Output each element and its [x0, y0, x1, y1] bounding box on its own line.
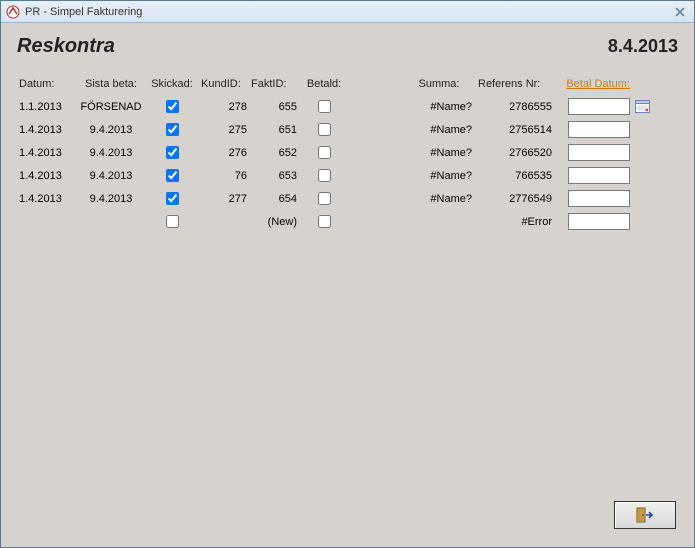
- table-row: 1.1.2013FÖRSENAD 278655 #Name?2786555: [17, 95, 678, 118]
- betaldatum-input[interactable]: [568, 144, 630, 161]
- cell-datum: 1.4.2013: [17, 147, 77, 159]
- cell-betald: [299, 192, 349, 205]
- header-row: Datum: Sista beta: Skickad: KundID: Fakt…: [17, 72, 678, 95]
- cell-datum: 1.4.2013: [17, 170, 77, 182]
- betaldatum-input[interactable]: [568, 98, 630, 115]
- col-sista: Sista beta:: [77, 78, 145, 90]
- cell-betaldatum: [554, 121, 632, 138]
- table-row: 1.4.20139.4.2013 275651 #Name?2756514: [17, 118, 678, 141]
- window-title: PR - Simpel Fakturering: [25, 6, 670, 18]
- cell-calendar: [632, 98, 650, 116]
- page-title: Reskontra: [17, 35, 115, 58]
- col-betald: Betald:: [299, 78, 349, 90]
- col-betaldatum-link[interactable]: Betal Datum:: [566, 78, 630, 90]
- cell-betald: [299, 100, 349, 113]
- cell-betaldatum: [554, 144, 632, 161]
- titlebar: PR - Simpel Fakturering: [1, 1, 694, 23]
- cell-referens: 2776549: [474, 193, 554, 205]
- close-icon[interactable]: [670, 4, 690, 20]
- cell-datum: 1.1.2013: [17, 101, 77, 113]
- cell-referens: #Error: [474, 216, 554, 228]
- betald-checkbox[interactable]: [318, 169, 331, 182]
- cell-faktid: 653: [249, 170, 299, 182]
- cell-sista: 9.4.2013: [77, 193, 145, 205]
- betaldatum-input[interactable]: [568, 190, 630, 207]
- cell-skickad: [145, 215, 199, 228]
- cell-sista: FÖRSENAD: [77, 101, 145, 113]
- cell-kundid: 76: [199, 170, 249, 182]
- cell-betaldatum: [554, 98, 632, 115]
- cell-summa: #Name?: [404, 170, 474, 182]
- cell-sista: 9.4.2013: [77, 124, 145, 136]
- betaldatum-input[interactable]: [568, 213, 630, 230]
- betald-checkbox[interactable]: [318, 192, 331, 205]
- col-referens: Referens Nr:: [474, 78, 554, 90]
- cell-faktid: 654: [249, 193, 299, 205]
- cell-referens: 2756514: [474, 124, 554, 136]
- cell-faktid: 652: [249, 147, 299, 159]
- cell-referens: 2766520: [474, 147, 554, 159]
- skickad-checkbox[interactable]: [166, 146, 179, 159]
- cell-skickad: [145, 146, 199, 159]
- cell-betaldatum: [554, 190, 632, 207]
- data-grid: Datum: Sista beta: Skickad: KundID: Fakt…: [17, 72, 678, 233]
- betald-checkbox[interactable]: [318, 123, 331, 136]
- skickad-checkbox[interactable]: [166, 169, 179, 182]
- page-header: Reskontra 8.4.2013: [17, 35, 678, 58]
- skickad-checkbox[interactable]: [166, 123, 179, 136]
- table-row: (New) #Error: [17, 210, 678, 233]
- betaldatum-input[interactable]: [568, 167, 630, 184]
- cell-kundid: 277: [199, 193, 249, 205]
- betald-checkbox[interactable]: [318, 100, 331, 113]
- betald-checkbox[interactable]: [318, 215, 331, 228]
- cell-skickad: [145, 100, 199, 113]
- col-skickad: Skickad:: [145, 78, 199, 90]
- col-summa: Summa:: [404, 78, 474, 90]
- cell-sista: 9.4.2013: [77, 147, 145, 159]
- cell-datum: 1.4.2013: [17, 124, 77, 136]
- cell-kundid: 275: [199, 124, 249, 136]
- cell-skickad: [145, 192, 199, 205]
- cell-betald: [299, 215, 349, 228]
- cell-kundid: 276: [199, 147, 249, 159]
- betald-checkbox[interactable]: [318, 146, 331, 159]
- cell-kundid: 278: [199, 101, 249, 113]
- table-row: 1.4.20139.4.2013 76653 #Name?766535: [17, 164, 678, 187]
- app-icon: [5, 4, 21, 20]
- cell-betald: [299, 146, 349, 159]
- page-date: 8.4.2013: [608, 36, 678, 57]
- cell-betald: [299, 169, 349, 182]
- col-datum: Datum:: [17, 78, 77, 90]
- cell-skickad: [145, 169, 199, 182]
- cell-summa: #Name?: [404, 193, 474, 205]
- cell-summa: #Name?: [404, 147, 474, 159]
- close-button[interactable]: [614, 501, 676, 529]
- table-row: 1.4.20139.4.2013 277654 #Name?2776549: [17, 187, 678, 210]
- cell-betaldatum: [554, 167, 632, 184]
- cell-referens: 766535: [474, 170, 554, 182]
- window: PR - Simpel Fakturering Reskontra 8.4.20…: [0, 0, 695, 548]
- cell-faktid: 655: [249, 101, 299, 113]
- cell-summa: #Name?: [404, 124, 474, 136]
- calendar-icon[interactable]: [634, 98, 650, 114]
- betaldatum-input[interactable]: [568, 121, 630, 138]
- skickad-checkbox[interactable]: [166, 192, 179, 205]
- cell-datum: 1.4.2013: [17, 193, 77, 205]
- cell-sista: 9.4.2013: [77, 170, 145, 182]
- cell-betaldatum: [554, 213, 632, 230]
- cell-skickad: [145, 123, 199, 136]
- cell-referens: 2786555: [474, 101, 554, 113]
- cell-faktid: 651: [249, 124, 299, 136]
- table-row: 1.4.20139.4.2013 276652 #Name?2766520: [17, 141, 678, 164]
- cell-betald: [299, 123, 349, 136]
- col-faktid: FaktID:: [249, 78, 299, 90]
- content-area: Reskontra 8.4.2013 Datum: Sista beta: Sk…: [1, 23, 694, 245]
- cell-faktid: (New): [249, 216, 299, 228]
- door-exit-icon: [636, 507, 654, 523]
- col-kundid: KundID:: [199, 78, 249, 90]
- skickad-checkbox[interactable]: [166, 100, 179, 113]
- cell-summa: #Name?: [404, 101, 474, 113]
- skickad-checkbox[interactable]: [166, 215, 179, 228]
